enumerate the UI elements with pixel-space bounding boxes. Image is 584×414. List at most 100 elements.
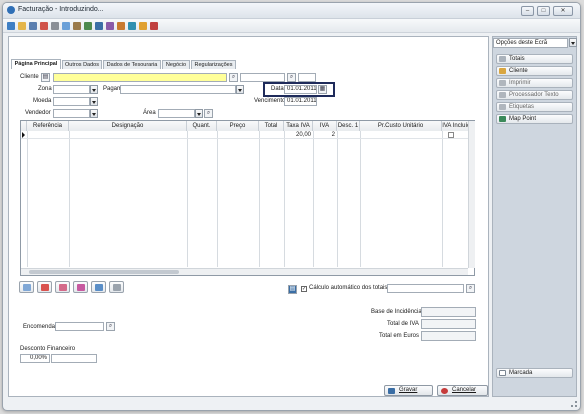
notes-button[interactable]: [109, 281, 124, 293]
area-lookup-icon[interactable]: ⌕: [204, 109, 213, 118]
open-icon[interactable]: [18, 22, 26, 30]
marcada-checkbox[interactable]: Marcada: [496, 368, 573, 378]
calculator-icon[interactable]: [117, 22, 125, 30]
row-iva-incluido-checkbox[interactable]: [448, 132, 454, 138]
cancel-icon: [441, 388, 448, 394]
col-preco[interactable]: Preço: [217, 121, 259, 131]
print-icon[interactable]: [51, 22, 59, 30]
total-euros-field: [421, 331, 476, 341]
client-card-icon[interactable]: ▤: [41, 73, 50, 82]
col-designacao[interactable]: Designação: [69, 121, 187, 131]
col-referencia[interactable]: Referência: [27, 121, 69, 131]
edit-line-button[interactable]: [55, 281, 70, 293]
tab-dados-tesouraria[interactable]: Dados de Tesouraria: [103, 60, 161, 69]
toolbar: [3, 19, 580, 33]
move-line-button[interactable]: [91, 281, 106, 293]
zona-dropdown-button[interactable]: [90, 85, 98, 94]
col-total[interactable]: Total: [259, 121, 284, 131]
total-euros-label: Total em Euros: [379, 333, 420, 339]
tab-outros-dados[interactable]: Outros Dados: [62, 60, 102, 69]
etiquetas-button[interactable]: Etiquetas: [496, 102, 573, 112]
encomenda-field[interactable]: [55, 322, 104, 331]
processador-texto-button[interactable]: Processador Texto: [496, 90, 573, 100]
col-desc1[interactable]: Desc. 1: [337, 121, 360, 131]
vencimento-field[interactable]: 01.01.2011: [284, 97, 317, 106]
auto-calc-checkbox[interactable]: ✓: [301, 286, 307, 292]
delete-icon[interactable]: [40, 22, 48, 30]
tab-regularizacoes[interactable]: Regularizações: [191, 60, 236, 69]
calculator-icon[interactable]: ▤: [288, 285, 297, 294]
auto-calc-field[interactable]: [387, 284, 464, 293]
auto-calc-lookup-icon[interactable]: ⌕: [466, 284, 475, 293]
cliente-button[interactable]: Cliente: [496, 66, 573, 76]
cliente-field[interactable]: [53, 73, 227, 82]
col-pr-custo-unitario[interactable]: Pr.Custo Unitário: [360, 121, 442, 131]
moeda-dropdown-button[interactable]: [90, 97, 98, 106]
cliente-lookup-icon[interactable]: ⌕: [229, 73, 238, 82]
cliente-name-field[interactable]: [240, 73, 285, 82]
row-selector-icon: [22, 132, 25, 138]
imprimir-button[interactable]: Imprimir: [496, 78, 573, 88]
vendedor-select[interactable]: [53, 109, 90, 118]
tab-negocio[interactable]: Negócio: [162, 60, 190, 69]
copy-icon[interactable]: [73, 22, 81, 30]
pagamento-select[interactable]: [120, 85, 236, 94]
new-icon[interactable]: [7, 22, 15, 30]
save-icon[interactable]: [29, 22, 37, 30]
copy-line-button[interactable]: [73, 281, 88, 293]
cliente-extra-field[interactable]: [298, 73, 316, 82]
preview-icon[interactable]: [62, 22, 70, 30]
delete-line-icon: [41, 284, 49, 291]
row-taxa-iva[interactable]: 20,00: [284, 131, 311, 139]
maximize-button[interactable]: □: [537, 6, 550, 16]
zona-select[interactable]: [53, 85, 90, 94]
desconto-financeiro-field[interactable]: 0,00%: [20, 354, 50, 363]
options-dropdown-button[interactable]: [569, 38, 577, 47]
minimize-button[interactable]: –: [521, 6, 534, 16]
globe-icon[interactable]: [128, 22, 136, 30]
area-dropdown-button[interactable]: [195, 109, 203, 118]
close-button[interactable]: ✕: [553, 6, 573, 16]
desconto-financeiro-value-field[interactable]: [51, 354, 97, 363]
search-icon[interactable]: [84, 22, 92, 30]
cliente-name-lookup-icon[interactable]: ⌕: [287, 73, 296, 82]
filter-icon[interactable]: [95, 22, 103, 30]
client-icon: [499, 68, 506, 74]
save-icon: [388, 388, 395, 394]
total-iva-field: [421, 319, 476, 329]
help-icon[interactable]: [139, 22, 147, 30]
row-iva[interactable]: 2: [313, 131, 335, 139]
new-line-button[interactable]: [19, 281, 34, 293]
grid-horizontal-scrollbar[interactable]: [21, 268, 468, 275]
vendedor-label: Vendedor: [25, 110, 51, 116]
cancelar-button[interactable]: Cancelar: [437, 385, 488, 396]
grid-vertical-scrollbar[interactable]: [468, 121, 475, 268]
vencimento-label: Vencimento: [254, 98, 286, 104]
col-taxa-iva[interactable]: Taxa IVA: [284, 121, 313, 131]
map-point-button[interactable]: Map Point: [496, 114, 573, 124]
col-quant[interactable]: Quant.: [187, 121, 217, 131]
grid-scroll-thumb[interactable]: [29, 270, 179, 274]
window-title: Facturação - Introduzindo...: [18, 6, 104, 13]
moeda-select[interactable]: [53, 97, 90, 106]
area-select[interactable]: [158, 109, 195, 118]
col-iva[interactable]: IVA: [313, 121, 337, 131]
totals-icon: [499, 56, 506, 62]
table-row[interactable]: 20,00 2: [21, 131, 468, 139]
pagamento-dropdown-button[interactable]: [236, 85, 244, 94]
options-dropdown[interactable]: Opções deste Ecrã: [493, 38, 568, 48]
auto-calc-label: Cálculo automático dos totais: [309, 285, 388, 291]
mail-icon[interactable]: [106, 22, 114, 30]
area-label: Área: [143, 110, 156, 116]
resize-grip-icon[interactable]: [571, 401, 577, 407]
totais-button[interactable]: Totais: [496, 54, 573, 64]
delete-line-button[interactable]: [37, 281, 52, 293]
map-icon: [499, 116, 506, 122]
gravar-button[interactable]: Gravar: [384, 385, 433, 396]
vendedor-dropdown-button[interactable]: [90, 109, 98, 118]
exit-icon[interactable]: [150, 22, 158, 30]
encomenda-lookup-icon[interactable]: ⌕: [106, 322, 115, 331]
desconto-financeiro-label: Desconto Financeiro: [20, 346, 76, 352]
tab-pagina-principal[interactable]: Página Principal: [11, 59, 61, 69]
label-icon: [499, 104, 506, 110]
